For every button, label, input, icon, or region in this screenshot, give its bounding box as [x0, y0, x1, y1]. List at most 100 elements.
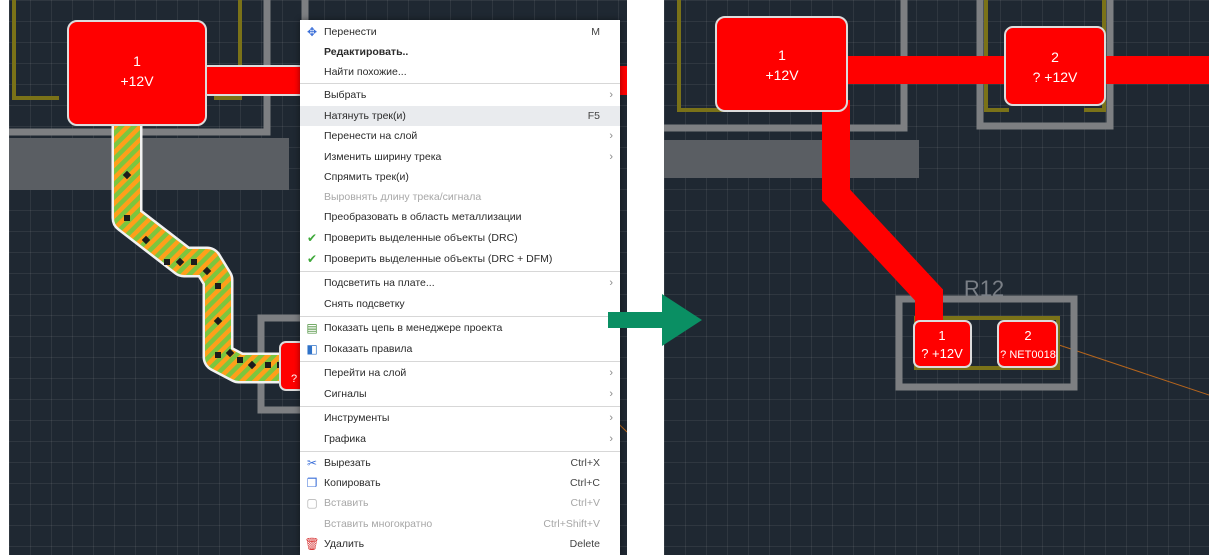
menu-item-label: Сигналы [324, 388, 367, 400]
chevron-right-icon: › [609, 433, 613, 445]
pcb-view-after[interactable]: R12 1 +12V 2 ? +12V 1 ? +12V 2 ? NET0018 [664, 0, 1209, 555]
menu-separator [300, 451, 620, 452]
menu-shortcut: Ctrl+C [569, 477, 600, 489]
menu-item-convert-to-pour[interactable]: Преобразовать в область металлизации [300, 207, 620, 227]
menu-item-label: Редактировать.. [324, 46, 409, 58]
menu-separator [300, 83, 620, 84]
r12-pad-2[interactable]: 2 ? NET0018 [997, 320, 1058, 368]
menu-item-label: Показать цепь в менеджере проекта [324, 322, 503, 334]
menu-item-straighten-track[interactable]: Спрямить трек(и) [300, 167, 620, 187]
menu-item-signals[interactable]: Сигналы › [300, 384, 620, 404]
menu-shortcut: Ctrl+X [570, 457, 600, 469]
pad-net-label: ? +12V [921, 346, 963, 361]
context-menu: ✥ Перенести M Редактировать.. Найти похо… [300, 20, 620, 555]
menu-item-equalize-length[interactable]: Выровнять длину трека/сигнала [300, 187, 620, 207]
menu-item-go-to-layer[interactable]: Перейти на слой › [300, 363, 620, 383]
menu-item-label: Инструменты [324, 412, 390, 424]
r12-pad-1[interactable]: 1 ? +12V [913, 320, 972, 368]
menu-item-stretch-track[interactable]: Натянуть трек(и) F5 [300, 106, 620, 126]
menu-shortcut: F5 [587, 110, 600, 122]
menu-item-paste-multiple[interactable]: Вставить многократно Ctrl+Shift+V [300, 514, 620, 534]
menu-item-find-similar[interactable]: Найти похожие... [300, 62, 620, 82]
menu-item-label: Подсветить на плате... [324, 277, 435, 289]
chevron-right-icon: › [609, 89, 613, 101]
pcb-canvas-after[interactable]: R12 1 +12V 2 ? +12V 1 ? +12V 2 ? NET0018 [664, 0, 1209, 555]
chevron-right-icon: › [609, 151, 613, 163]
menu-item-label: Показать правила [324, 343, 413, 355]
menu-item-move[interactable]: ✥ Перенести M [300, 22, 620, 42]
menu-item-label: Копировать [324, 477, 381, 489]
menu-item-move-to-layer[interactable]: Перенести на слой › [300, 126, 620, 146]
menu-item-label: Перенести на слой [324, 130, 418, 142]
menu-item-label: Выбрать [324, 89, 367, 101]
menu-item-label: Снять подсветку [324, 298, 405, 310]
pad-number: 1 [133, 53, 141, 69]
menu-item-select[interactable]: Выбрать › [300, 85, 620, 105]
menu-separator [300, 406, 620, 407]
pad-partial-label: ? [291, 373, 297, 385]
menu-item-change-track-width[interactable]: Изменить ширину трека › [300, 147, 620, 167]
menu-item-label: Вставить многократно [324, 518, 433, 530]
menu-item-label: Удалить [324, 538, 365, 550]
pad-net-label: ? NET0018 [1000, 349, 1056, 361]
menu-item-paste[interactable]: ▢ Вставить Ctrl+V [300, 493, 620, 513]
menu-item-check-drc[interactable]: ✔ Проверить выделенные объекты (DRC) [300, 228, 620, 248]
menu-item-clear-highlight[interactable]: Снять подсветку [300, 294, 620, 314]
menu-item-label: Перенести [324, 26, 377, 38]
move-icon: ✥ [306, 25, 318, 39]
rules-icon: ◧ [306, 342, 318, 356]
pad-1-12v[interactable]: 1 +12V [67, 20, 207, 126]
menu-item-delete[interactable]: 🗑 Удалить Delete [300, 534, 620, 554]
menu-item-label: Натянуть трек(и) [324, 110, 406, 122]
menu-item-label: Проверить выделенные объекты (DRC) [324, 232, 518, 244]
menu-item-cut[interactable]: ✂ Вырезать Ctrl+X [300, 453, 620, 473]
menu-item-label: Вырезать [324, 457, 371, 469]
menu-item-label: Преобразовать в область металлизации [324, 211, 522, 223]
transition-arrow-icon [608, 294, 702, 346]
component-ref-r12: R12 [964, 276, 1004, 301]
pad-net-label: +12V [120, 73, 154, 89]
menu-item-label: Вставить [324, 497, 369, 509]
menu-shortcut: Delete [569, 538, 600, 550]
pad-net-label: ? +12V [1033, 69, 1078, 85]
delete-icon: 🗑 [304, 537, 320, 551]
menu-item-label: Перейти на слой [324, 367, 407, 379]
menu-item-label: Изменить ширину трека [324, 151, 442, 163]
menu-shortcut: Ctrl+V [570, 497, 600, 509]
chevron-right-icon: › [609, 277, 613, 289]
menu-separator [300, 361, 620, 362]
menu-item-edit[interactable]: Редактировать.. [300, 42, 620, 62]
menu-shortcut: Ctrl+Shift+V [543, 518, 600, 530]
pad-top-1[interactable]: 1 +12V [715, 16, 848, 112]
menu-item-label: Выровнять длину трека/сигнала [324, 191, 482, 203]
check-icon: ✔ [306, 252, 318, 266]
menu-item-label: Спрямить трек(и) [324, 171, 409, 183]
net-manager-icon: ▤ [306, 321, 318, 335]
menu-item-graphics[interactable]: Графика › [300, 429, 620, 449]
pad-number: 1 [938, 328, 945, 343]
menu-item-check-drc-dfm[interactable]: ✔ Проверить выделенные объекты (DRC + DF… [300, 249, 620, 269]
menu-shortcut: M [591, 26, 600, 38]
paste-icon: ▢ [306, 496, 318, 510]
menu-item-highlight-on-board[interactable]: Подсветить на плате... › [300, 273, 620, 293]
pad-net-label: +12V [765, 67, 799, 83]
menu-item-tools[interactable]: Инструменты › [300, 408, 620, 428]
menu-item-label: Графика [324, 433, 366, 445]
chevron-right-icon: › [609, 367, 613, 379]
menu-item-show-rules[interactable]: ◧ Показать правила [300, 339, 620, 359]
menu-item-label: Найти похожие... [324, 66, 407, 78]
chevron-right-icon: › [609, 412, 613, 424]
menu-item-label: Проверить выделенные объекты (DRC + DFM) [324, 253, 553, 265]
chevron-right-icon: › [609, 388, 613, 400]
chevron-right-icon: › [609, 130, 613, 142]
pad-number: 2 [1051, 49, 1059, 65]
pad-top-2[interactable]: 2 ? +12V [1004, 26, 1106, 106]
menu-item-show-net-in-manager[interactable]: ▤ Показать цепь в менеджере проекта [300, 318, 620, 338]
pad-number: 1 [778, 47, 786, 63]
check-icon: ✔ [306, 231, 318, 245]
copy-icon: ❐ [306, 476, 318, 490]
menu-item-copy[interactable]: ❐ Копировать Ctrl+C [300, 473, 620, 493]
menu-separator [300, 316, 620, 317]
cut-icon: ✂ [306, 456, 318, 470]
menu-separator [300, 271, 620, 272]
